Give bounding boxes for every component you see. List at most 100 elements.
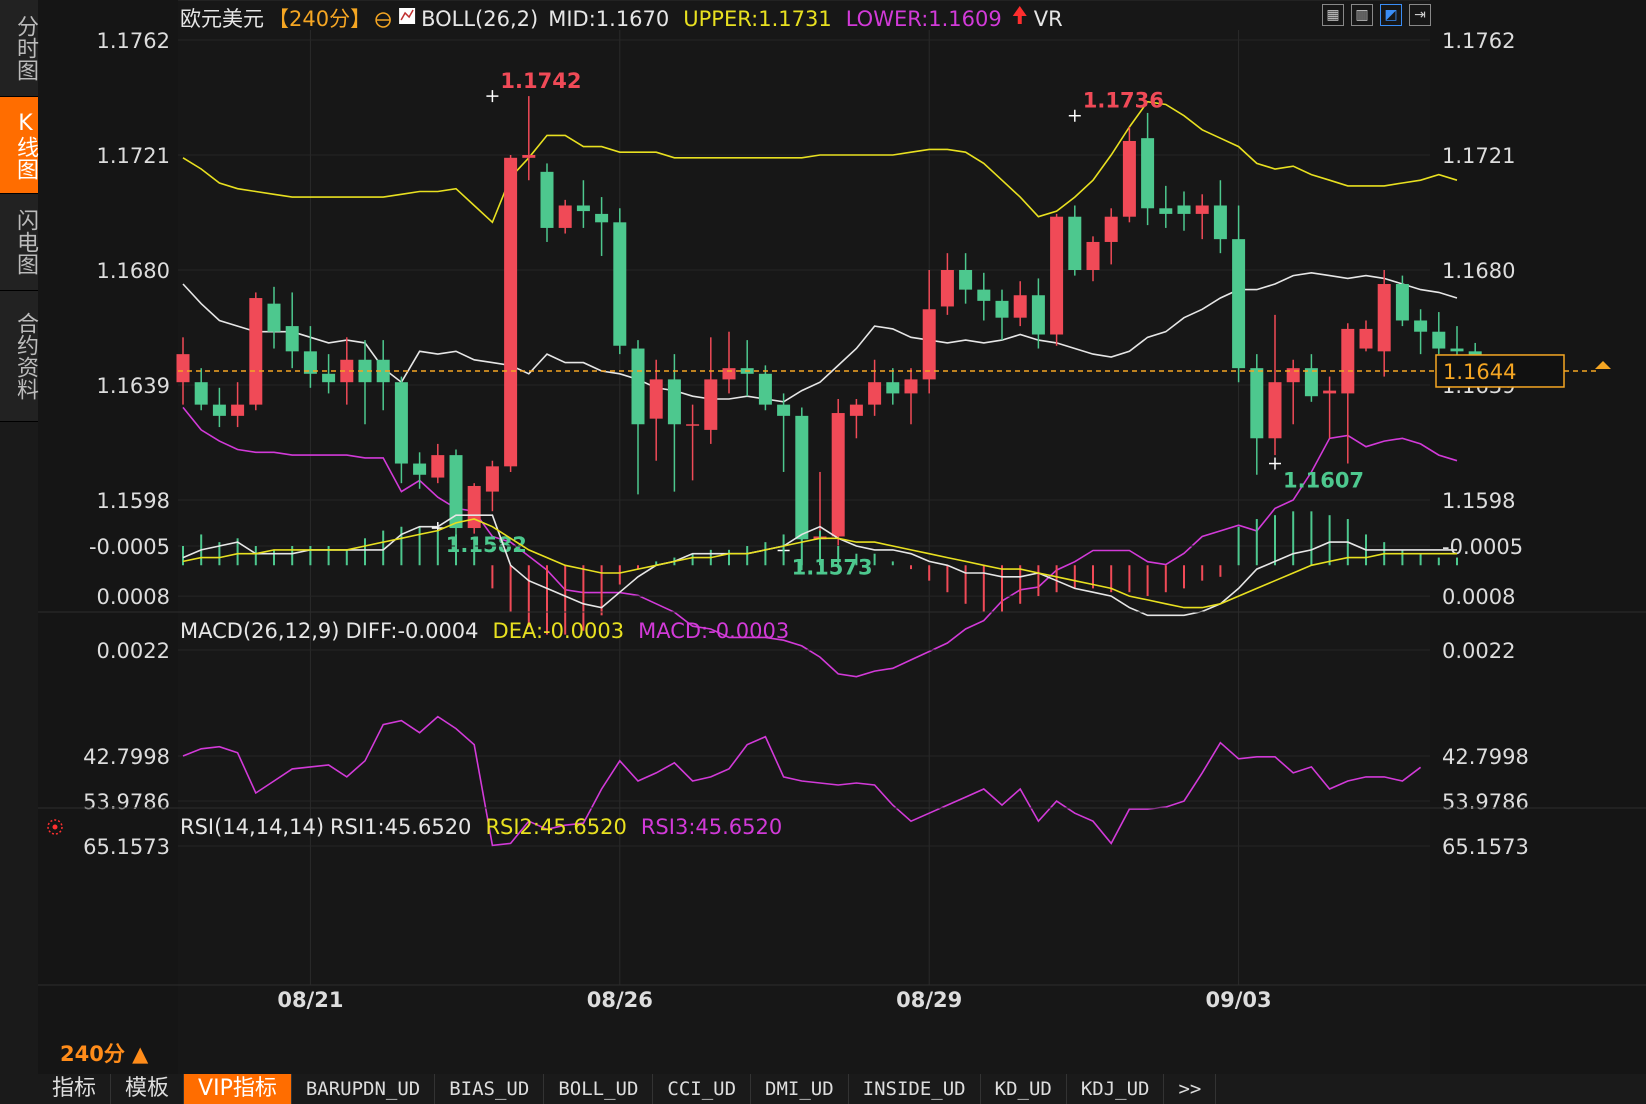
kline-icon[interactable]: ◩ bbox=[1380, 4, 1402, 26]
bottom-tab-vip-[interactable]: VIP指标 bbox=[184, 1074, 292, 1104]
candle-body bbox=[267, 303, 281, 332]
candle-body bbox=[595, 213, 609, 223]
candle-body bbox=[504, 157, 518, 467]
macd-y-tick-right: 0.0008 bbox=[1442, 585, 1515, 609]
bottom-tab-bias-ud[interactable]: BIAS_UD bbox=[435, 1074, 545, 1104]
candle-body bbox=[1414, 320, 1428, 332]
candle-body bbox=[977, 289, 991, 301]
price-y-tick-left: 1.1598 bbox=[97, 489, 170, 513]
rsi-y-tick-left: 65.1573 bbox=[83, 835, 170, 859]
candle-body bbox=[194, 382, 208, 405]
candle-body bbox=[540, 171, 554, 228]
tab-kline[interactable]: K线图 bbox=[0, 97, 38, 194]
candle-body bbox=[613, 222, 627, 346]
exit-icon[interactable]: ⇥ bbox=[1409, 4, 1431, 26]
bottom-tab--[interactable]: >> bbox=[1164, 1074, 1217, 1104]
extreme-label: 1.1607 bbox=[1283, 469, 1364, 493]
x-tick-label: 08/21 bbox=[277, 988, 343, 1012]
chart-icon[interactable]: ▥ bbox=[1351, 4, 1373, 26]
candle-body bbox=[722, 368, 736, 380]
candle-body bbox=[959, 270, 973, 290]
rsi1-label: RSI1:45.6520 bbox=[330, 815, 471, 839]
candle-body bbox=[1013, 295, 1027, 318]
x-tick-label: 09/03 bbox=[1206, 988, 1272, 1012]
macd-y-tick-right: 0.0022 bbox=[1442, 639, 1515, 663]
up-arrow-icon-stem bbox=[1017, 15, 1022, 24]
candle-body bbox=[394, 382, 408, 464]
candle-body bbox=[795, 415, 809, 540]
candle-body bbox=[231, 404, 245, 416]
candle-body bbox=[831, 413, 845, 537]
grid-icon[interactable]: ▦ bbox=[1322, 4, 1344, 26]
symbol-title: 欧元美元 bbox=[180, 7, 264, 31]
candle-body bbox=[176, 354, 190, 383]
price-y-tick-left: 1.1721 bbox=[97, 144, 170, 168]
candle-body bbox=[868, 382, 882, 405]
rsi-y-tick-left: 42.7998 bbox=[83, 745, 170, 769]
rsi-y-tick-right: 65.1573 bbox=[1442, 835, 1529, 859]
candle-body bbox=[558, 205, 572, 228]
rsi3-label: RSI3:45.6520 bbox=[641, 815, 782, 839]
candle-body bbox=[1359, 328, 1373, 349]
candle-body bbox=[940, 270, 954, 307]
bottom-tab-dmi-ud[interactable]: DMI_UD bbox=[751, 1074, 849, 1104]
candle-body bbox=[1268, 382, 1282, 439]
candle-body bbox=[1086, 241, 1100, 270]
macd-y-tick-left: -0.0005 bbox=[89, 535, 170, 559]
candle-body bbox=[576, 205, 590, 212]
candle-body bbox=[212, 404, 226, 416]
candle-body bbox=[1250, 368, 1264, 439]
boll-upper-value: UPPER:1.1731 bbox=[683, 7, 831, 31]
candle-body bbox=[1195, 205, 1209, 214]
toolbar-icons: ▦ ▥ ◩ ⇥ bbox=[1322, 4, 1431, 26]
bottom-tab--[interactable]: 指标 bbox=[38, 1074, 112, 1104]
candle-body bbox=[1050, 216, 1064, 335]
candle-body bbox=[1232, 239, 1246, 369]
candle-body bbox=[758, 373, 772, 405]
macd-dea-label: DEA:-0.0003 bbox=[493, 619, 625, 643]
tab-timeshare[interactable]: 分时图 bbox=[0, 0, 38, 97]
extreme-label: 1.1736 bbox=[1083, 89, 1164, 113]
candle-body bbox=[1377, 284, 1391, 352]
boll-label: BOLL(26,2) bbox=[421, 7, 538, 31]
candle-body bbox=[1122, 140, 1136, 217]
candle-body bbox=[431, 455, 445, 478]
price-y-tick-left: 1.1762 bbox=[97, 29, 170, 53]
x-tick-label: 08/26 bbox=[587, 988, 653, 1012]
candle-body bbox=[249, 298, 263, 405]
candle-body bbox=[704, 379, 718, 430]
rsi-y-tick-right: 42.7998 bbox=[1442, 745, 1529, 769]
candle-body bbox=[886, 382, 900, 394]
price-y-tick-left: 1.1680 bbox=[97, 259, 170, 283]
bottom-tab-kd-ud[interactable]: KD_UD bbox=[981, 1074, 1067, 1104]
candle-body bbox=[1323, 390, 1337, 394]
sidebar: 分时图 K线图 闪电图 合约资料 bbox=[0, 0, 38, 1104]
candle-body bbox=[631, 348, 645, 425]
candle-body bbox=[1450, 348, 1464, 352]
candle-body bbox=[449, 455, 463, 529]
candle-body bbox=[1304, 368, 1318, 397]
bottom-tab--[interactable]: 模板 bbox=[111, 1074, 185, 1104]
rsi-y-tick-right: 53.9786 bbox=[1442, 790, 1529, 814]
period-selector[interactable]: 240分 ▲ bbox=[60, 1038, 148, 1068]
extreme-label: 1.1573 bbox=[792, 555, 873, 579]
macd-y-tick-left: 0.0008 bbox=[97, 585, 170, 609]
bottom-tab-barupdn-ud[interactable]: BARUPDN_UD bbox=[292, 1074, 436, 1104]
candle-body bbox=[1213, 205, 1227, 240]
rsi-y-tick-left: 53.9786 bbox=[83, 790, 170, 814]
price-y-tick-right: 1.1721 bbox=[1442, 144, 1515, 168]
vr-label: VR bbox=[1034, 7, 1063, 31]
bottom-tab-kdj-ud[interactable]: KDJ_UD bbox=[1067, 1074, 1165, 1104]
bottom-tab-cci-ud[interactable]: CCI_UD bbox=[653, 1074, 752, 1104]
bottom-tab-inside-ud[interactable]: INSIDE_UD bbox=[849, 1074, 981, 1104]
macd-value-label: MACD:-0.0003 bbox=[638, 619, 789, 643]
rsi2-label: RSI2:45.6520 bbox=[485, 815, 626, 839]
chart-canvas: 08/21 08/26 08/29 09/03 1.1762 1.1762 1.1721 1.… bbox=[38, 0, 1646, 1074]
tab-contract-info[interactable]: 合约资料 bbox=[0, 291, 38, 422]
bottom-tab-boll-ud[interactable]: BOLL_UD bbox=[544, 1074, 654, 1104]
price-y-tick-right: 1.1598 bbox=[1442, 489, 1515, 513]
candle-body bbox=[667, 379, 681, 425]
macd-y-tick-right: -0.0005 bbox=[1442, 535, 1523, 559]
candle-body bbox=[522, 155, 536, 158]
tab-lightning[interactable]: 闪电图 bbox=[0, 194, 38, 291]
